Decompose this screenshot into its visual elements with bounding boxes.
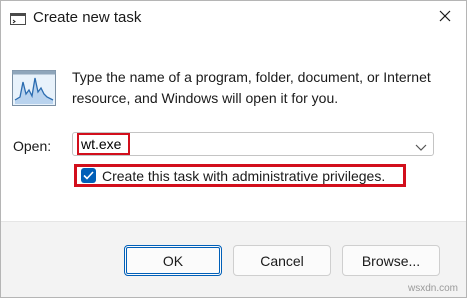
- admin-privileges-highlight: Create this task with administrative pri…: [74, 164, 406, 187]
- button-footer: OK Cancel Browse... wsxdn.com: [1, 221, 466, 297]
- close-button[interactable]: [432, 5, 458, 31]
- checkmark-icon: [83, 167, 94, 185]
- ok-button[interactable]: OK: [124, 245, 222, 276]
- admin-privileges-label[interactable]: Create this task with administrative pri…: [102, 168, 385, 184]
- open-input[interactable]: wt.exe: [77, 133, 130, 155]
- watermark: wsxdn.com: [407, 283, 458, 294]
- browse-button[interactable]: Browse...: [342, 245, 440, 276]
- cancel-button[interactable]: Cancel: [233, 245, 331, 276]
- admin-privileges-checkbox[interactable]: [81, 168, 96, 183]
- description-text: Type the name of a program, folder, docu…: [72, 69, 431, 106]
- open-combobox[interactable]: wt.exe: [72, 132, 434, 156]
- title-bar: Create new task: [1, 1, 466, 35]
- window-title: Create new task: [33, 9, 142, 26]
- program-chart-icon: [12, 70, 56, 106]
- run-icon: [10, 12, 26, 25]
- close-icon: [439, 9, 451, 27]
- chevron-down-icon[interactable]: [415, 139, 427, 151]
- create-new-task-dialog: Create new task Type the name of a progr…: [0, 0, 467, 298]
- open-label: Open:: [13, 138, 52, 154]
